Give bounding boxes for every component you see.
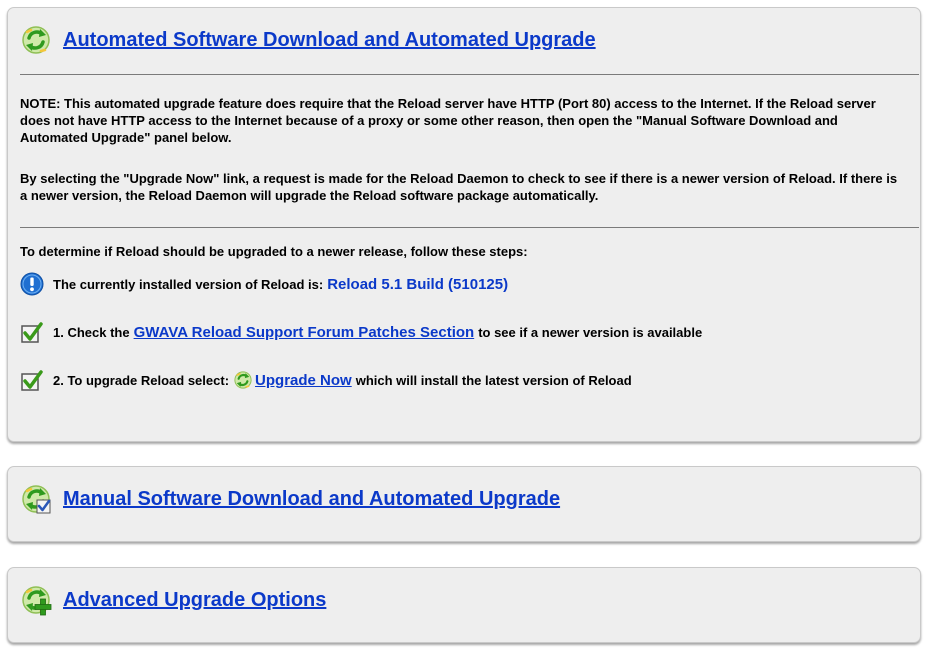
advanced-panel-title-link[interactable]: Advanced Upgrade Options <box>63 589 326 612</box>
installed-version-value: Reload 5.1 Build (510125) <box>327 275 509 293</box>
green-refresh-with-checkmark-icon <box>20 483 52 515</box>
info-icon <box>20 272 44 296</box>
checked-box-icon <box>20 368 44 392</box>
advanced-options-panel: Advanced Upgrade Options <box>7 567 921 643</box>
green-refresh-arrows-icon <box>20 24 52 56</box>
automated-panel-header[interactable]: Automated Software Download and Automate… <box>20 24 596 56</box>
step-1-prefix: 1. Check the <box>53 324 130 340</box>
step-1-row: 1. Check the GWAVA Reload Support Forum … <box>20 320 702 344</box>
installed-version-label: The currently installed version of Reloa… <box>53 276 324 292</box>
support-forum-link[interactable]: GWAVA Reload Support Forum Patches Secti… <box>134 324 475 341</box>
automated-panel-title-link[interactable]: Automated Software Download and Automate… <box>63 29 596 52</box>
manual-panel-header[interactable]: Manual Software Download and Automated U… <box>20 483 560 515</box>
step-2-suffix: which will install the latest version of… <box>355 372 632 388</box>
green-refresh-arrows-icon[interactable] <box>233 370 253 390</box>
step-2-row: 2. To upgrade Reload select: Upgrade Now… <box>20 368 632 392</box>
manual-upgrade-panel: Manual Software Download and Automated U… <box>7 466 921 542</box>
upgrade-now-link[interactable]: Upgrade Now <box>229 370 356 390</box>
divider <box>20 74 919 75</box>
description-text: By selecting the "Upgrade Now" link, a r… <box>20 171 898 203</box>
divider <box>20 227 919 228</box>
advanced-panel-header[interactable]: Advanced Upgrade Options <box>20 584 326 616</box>
installed-version-row: The currently installed version of Reloa… <box>20 272 508 296</box>
steps-intro-text: To determine if Reload should be upgrade… <box>20 244 528 259</box>
note-text: NOTE: This automated upgrade feature doe… <box>20 96 876 145</box>
automated-upgrade-panel: Automated Software Download and Automate… <box>7 7 921 442</box>
checked-box-icon <box>20 320 44 344</box>
step-2-prefix: 2. To upgrade Reload select: <box>53 372 230 388</box>
manual-panel-title-link[interactable]: Manual Software Download and Automated U… <box>63 488 560 511</box>
upgrade-now-link-text[interactable]: Upgrade Now <box>255 372 352 389</box>
green-refresh-with-plus-icon <box>20 584 52 616</box>
step-1-suffix: to see if a newer version is available <box>478 324 703 340</box>
